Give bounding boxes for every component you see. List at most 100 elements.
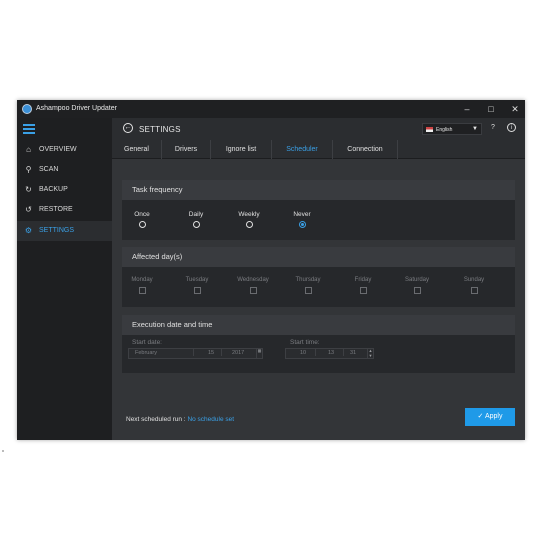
day-wednesday: Wednesday (233, 277, 273, 294)
start-time-field[interactable]: 10 13 31 ▲ ▼ (285, 348, 374, 359)
gear-icon: ⚙ (24, 226, 33, 235)
hamburger-menu-icon[interactable] (23, 124, 35, 134)
info-icon[interactable]: i (507, 123, 516, 132)
tab-scheduler[interactable]: Scheduler (272, 140, 333, 159)
day-thursday: Thursday (290, 277, 326, 294)
apply-label: Apply (484, 413, 503, 420)
start-date-label: Start date: (132, 339, 162, 346)
divider (315, 349, 316, 356)
radio-label: Once (134, 211, 150, 218)
radio-label: Never (293, 211, 311, 218)
sidebar-item-settings[interactable]: ⚙ SETTINGS (17, 221, 112, 241)
check-icon: ✓ (477, 413, 484, 420)
minimize-icon[interactable]: – (461, 103, 473, 115)
day-sunday: Sunday (458, 277, 490, 294)
date-month: February (135, 350, 158, 356)
stray-dot (2, 450, 4, 452)
day-label: Sunday (463, 277, 485, 283)
day-saturday: Saturday (399, 277, 435, 294)
time-hour: 10 (300, 350, 307, 356)
scheduler-content: Task frequency Once Daily Weekly Never A… (112, 159, 525, 440)
radio-once[interactable]: Once (130, 211, 154, 228)
title-bar: Ashampoo Driver Updater – □ ✕ (17, 100, 525, 118)
time-minute: 13 (328, 350, 335, 356)
page-header: ← SETTINGS English ▼ ? i (112, 118, 525, 140)
day-checkbox[interactable] (193, 287, 201, 294)
radio-label: Weekly (238, 211, 260, 218)
backup-icon: ↻ (25, 185, 32, 194)
sidebar-item-overview[interactable]: ⌂ OVERVIEW (17, 140, 112, 160)
sidebar-item-label: SCAN (39, 166, 59, 173)
day-label: Saturday (404, 277, 429, 283)
maximize-icon[interactable]: □ (485, 103, 497, 115)
radio-weekly[interactable]: Weekly (234, 211, 264, 228)
day-checkbox[interactable] (304, 287, 312, 294)
radio-circle-selected[interactable] (298, 221, 306, 228)
sidebar-item-label: BACKUP (39, 186, 68, 193)
radio-daily[interactable]: Daily (184, 211, 208, 228)
divider (343, 349, 344, 356)
language-value: English (436, 127, 453, 133)
app-logo-icon (22, 104, 32, 114)
day-checkbox[interactable] (470, 287, 478, 294)
language-select[interactable]: English ▼ (422, 123, 482, 135)
sidebar: ⌂ OVERVIEW ⚲ SCAN ↻ BACKUP ↺ RESTORE ⚙ S… (17, 118, 112, 440)
sidebar-item-label: SETTINGS (39, 227, 75, 234)
radio-circle[interactable] (192, 221, 200, 228)
day-label: Monday (131, 277, 153, 283)
day-checkbox[interactable] (359, 287, 367, 294)
search-icon: ⚲ (25, 165, 32, 174)
day-label: Tuesday (185, 277, 209, 283)
main-area: ← SETTINGS English ▼ ? i General Drivers… (112, 118, 525, 440)
day-checkbox[interactable] (249, 287, 257, 294)
day-checkbox[interactable] (413, 287, 421, 294)
restore-icon: ↺ (25, 205, 32, 214)
help-icon[interactable]: ? (488, 123, 498, 133)
apply-button[interactable]: ✓ Apply (465, 408, 515, 426)
day-monday: Monday (127, 277, 157, 294)
day-checkbox[interactable] (138, 287, 146, 294)
next-run-value[interactable]: No schedule set (187, 416, 234, 423)
radio-circle[interactable] (138, 221, 146, 228)
panel-title: Affected day(s) (122, 247, 515, 267)
time-second: 31 (350, 350, 357, 356)
back-arrow-icon[interactable]: ← (123, 123, 133, 133)
spinner-arrows-icon[interactable]: ▲ ▼ (367, 348, 373, 358)
sidebar-item-label: RESTORE (39, 206, 73, 213)
tab-drivers[interactable]: Drivers (162, 140, 211, 159)
sidebar-item-scan[interactable]: ⚲ SCAN (17, 160, 112, 180)
start-time-label: Start time: (290, 339, 320, 346)
window-title: Ashampoo Driver Updater (36, 105, 117, 112)
tab-ignore-list[interactable]: Ignore list (211, 140, 272, 159)
app-window: Ashampoo Driver Updater – □ ✕ ⌂ OVERVIEW… (17, 100, 525, 440)
close-icon[interactable]: ✕ (509, 103, 521, 115)
day-label: Wednesday (237, 277, 269, 283)
sidebar-item-restore[interactable]: ↺ RESTORE (17, 200, 112, 220)
home-icon: ⌂ (26, 145, 31, 154)
day-label: Thursday (295, 277, 321, 283)
start-date-field[interactable]: February 15 2017 ▦ (128, 348, 263, 359)
radio-never[interactable]: Never (289, 211, 315, 228)
tab-general[interactable]: General (112, 140, 162, 159)
panel-title: Task frequency (122, 180, 515, 200)
divider (193, 349, 194, 356)
date-year: 2017 (232, 350, 245, 356)
task-frequency-panel: Task frequency Once Daily Weekly Never (122, 180, 515, 240)
tab-connection[interactable]: Connection (333, 140, 398, 159)
radio-circle[interactable] (245, 221, 253, 228)
sidebar-item-backup[interactable]: ↻ BACKUP (17, 180, 112, 200)
next-run-text: Next scheduled run : No schedule set (126, 416, 234, 423)
tab-bar: General Drivers Ignore list Scheduler Co… (112, 140, 525, 159)
day-tuesday: Tuesday (182, 277, 212, 294)
panel-title: Execution date and time (122, 315, 515, 335)
day-label: Friday (354, 277, 372, 283)
calendar-icon[interactable]: ▦ (256, 348, 262, 358)
chevron-down-icon: ▼ (472, 126, 478, 132)
page-title: SETTINGS (139, 125, 181, 134)
affected-days-panel: Affected day(s) Monday Tuesday Wednesday… (122, 247, 515, 307)
divider (221, 349, 222, 356)
day-friday: Friday (348, 277, 378, 294)
radio-label: Daily (188, 211, 204, 218)
flag-icon (426, 127, 433, 132)
next-run-label: Next scheduled run : (126, 416, 186, 423)
